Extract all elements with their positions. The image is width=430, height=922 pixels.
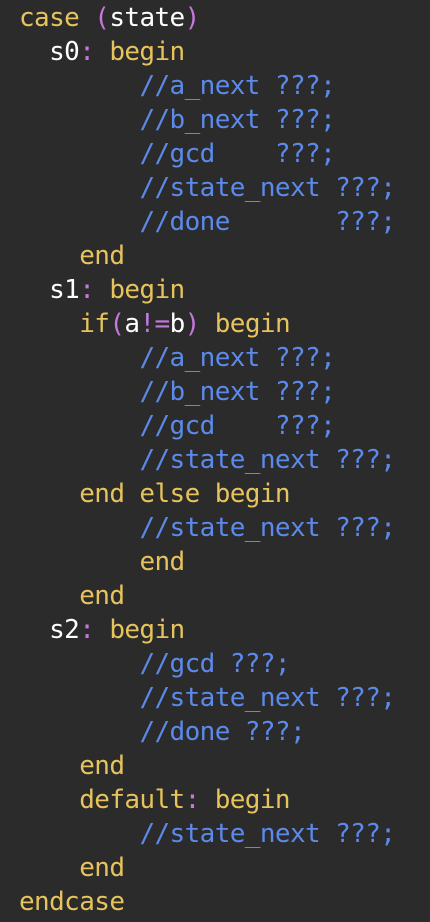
code-line[interactable]: end bbox=[19, 749, 395, 783]
keyword-token: begin bbox=[109, 275, 185, 305]
code-line[interactable]: //gcd ???; bbox=[19, 137, 395, 171]
identifier-token bbox=[19, 411, 139, 441]
identifier-token: s1 bbox=[49, 275, 80, 305]
code-line[interactable]: //state_next ???; bbox=[19, 511, 396, 545]
comment-token: //gcd ???; bbox=[139, 411, 336, 441]
identifier-token bbox=[19, 479, 79, 509]
comment-token: //gcd ???; bbox=[139, 139, 336, 169]
keyword-token: begin bbox=[214, 309, 291, 339]
identifier-token bbox=[19, 785, 79, 815]
punctuation-token: : bbox=[79, 37, 110, 67]
code-editor[interactable]: case (state) s0: begin //a_next ???; //b… bbox=[0, 0, 430, 922]
keyword-token: end bbox=[79, 751, 125, 781]
keyword-token: end bbox=[139, 547, 185, 577]
identifier-token bbox=[19, 377, 139, 407]
identifier-token bbox=[19, 241, 79, 271]
comment-token: //state_next ???; bbox=[139, 683, 396, 713]
keyword-token: if bbox=[79, 309, 110, 339]
comment-token: //gcd ???; bbox=[139, 649, 290, 679]
identifier-token bbox=[19, 139, 139, 169]
keyword-token: case bbox=[19, 3, 95, 33]
code-line[interactable]: //state_next ???; bbox=[19, 817, 396, 851]
code-line[interactable]: //a_next ???; bbox=[19, 69, 395, 103]
identifier-token: s2 bbox=[49, 615, 80, 645]
code-line[interactable]: s0: begin bbox=[19, 35, 395, 69]
code-line[interactable]: s1: begin bbox=[19, 273, 395, 307]
comment-token: //a_next ???; bbox=[139, 343, 336, 373]
identifier-token bbox=[19, 343, 139, 373]
identifier-token bbox=[19, 513, 139, 543]
keyword-token: begin bbox=[109, 615, 185, 645]
code-line[interactable]: end bbox=[19, 545, 395, 579]
keyword-token: begin bbox=[109, 37, 185, 67]
keyword-token: endcase bbox=[19, 887, 125, 917]
comment-token: //b_next ???; bbox=[139, 105, 336, 135]
identifier-token: b bbox=[169, 309, 186, 339]
comment-token: //state_next ???; bbox=[139, 819, 396, 849]
punctuation-token: ) bbox=[184, 309, 215, 339]
keyword-token: begin bbox=[214, 785, 291, 815]
code-line[interactable]: end bbox=[19, 239, 395, 273]
identifier-token bbox=[19, 581, 79, 611]
identifier-token bbox=[19, 853, 79, 883]
keyword-token: end bbox=[79, 581, 125, 611]
identifier-token: s0 bbox=[49, 37, 80, 67]
comment-token: //a_next ???; bbox=[139, 71, 336, 101]
code-line[interactable]: end bbox=[19, 579, 395, 613]
comment-token: //state_next ???; bbox=[139, 173, 396, 203]
identifier-token bbox=[19, 751, 79, 781]
identifier-token bbox=[19, 207, 139, 237]
code-line[interactable]: //gcd ???; bbox=[19, 409, 395, 443]
code-line[interactable]: endcase bbox=[19, 885, 395, 919]
keyword-token: default bbox=[79, 785, 185, 815]
code-line[interactable]: if(a!=b) begin bbox=[19, 307, 395, 341]
code-line[interactable]: //state_next ???; bbox=[19, 681, 396, 715]
comment-token: //done ???; bbox=[139, 207, 396, 237]
punctuation-token: ) bbox=[184, 3, 201, 33]
identifier-token bbox=[19, 37, 49, 67]
code-line[interactable]: //b_next ???; bbox=[19, 375, 395, 409]
keyword-token: end bbox=[79, 241, 125, 271]
identifier-token bbox=[19, 615, 49, 645]
code-line[interactable]: s2: begin bbox=[19, 613, 395, 647]
identifier-token bbox=[19, 717, 139, 747]
identifier-token bbox=[19, 547, 139, 577]
keyword-token: end bbox=[79, 853, 125, 883]
code-line[interactable]: //state_next ???; bbox=[19, 171, 396, 205]
comment-token: //done ???; bbox=[139, 717, 306, 747]
identifier-token: a bbox=[124, 309, 140, 339]
code-line[interactable]: //a_next ???; bbox=[19, 341, 395, 375]
code-line[interactable]: default: begin bbox=[19, 783, 395, 817]
identifier-token bbox=[19, 819, 139, 849]
code-line[interactable]: //done ???; bbox=[19, 715, 395, 749]
identifier-token bbox=[19, 683, 139, 713]
code-line[interactable]: case (state) bbox=[19, 1, 395, 35]
comment-token: //state_next ???; bbox=[139, 513, 396, 543]
punctuation-token: ( bbox=[94, 3, 110, 33]
punctuation-token: != bbox=[139, 309, 170, 339]
code-line[interactable]: end bbox=[19, 851, 395, 885]
comment-token: //b_next ???; bbox=[139, 377, 336, 407]
keyword-token: end else begin bbox=[79, 479, 290, 509]
identifier-token bbox=[19, 173, 139, 203]
identifier-token bbox=[19, 309, 79, 339]
code-line[interactable]: //state_next ???; bbox=[19, 443, 396, 477]
identifier-token bbox=[19, 275, 49, 305]
punctuation-token: ( bbox=[109, 309, 125, 339]
punctuation-token: : bbox=[184, 785, 215, 815]
identifier-token: state bbox=[109, 3, 185, 33]
identifier-token bbox=[19, 445, 139, 475]
comment-token: //state_next ???; bbox=[139, 445, 396, 475]
identifier-token bbox=[19, 71, 139, 101]
code-line[interactable]: //gcd ???; bbox=[19, 647, 395, 681]
code-block[interactable]: case (state) s0: begin //a_next ???; //b… bbox=[19, 1, 396, 919]
code-line[interactable]: end else begin bbox=[19, 477, 395, 511]
code-line[interactable]: //done ???; bbox=[19, 205, 396, 239]
identifier-token bbox=[19, 649, 139, 679]
identifier-token bbox=[19, 105, 139, 135]
code-line[interactable]: //b_next ???; bbox=[19, 103, 395, 137]
punctuation-token: : bbox=[79, 275, 110, 305]
punctuation-token: : bbox=[79, 615, 110, 645]
